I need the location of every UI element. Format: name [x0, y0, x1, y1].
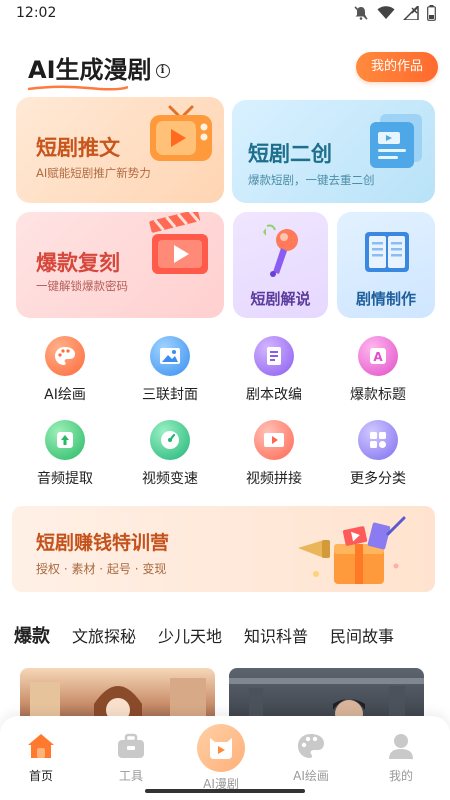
clapperboard-icon [149, 212, 208, 274]
training-camp-banner[interactable]: 短剧赚钱特训营 授权 · 素材 · 起号 · 变现 [12, 506, 435, 592]
tab-ai-painting[interactable]: AI绘画 [276, 732, 346, 784]
card-subtitle: 爆款短剧，一键去重二创 [248, 173, 375, 187]
category-tab-hot[interactable]: 爆款 [14, 622, 50, 648]
status-icons [353, 5, 436, 21]
bottom-tab-bar: 首页 工具 AI漫剧 AI绘画 我的 [0, 716, 450, 800]
tab-ai-comic[interactable]: AI漫剧 [186, 724, 256, 792]
home-indicator [145, 789, 305, 793]
tool-triple-cover[interactable]: 三联封面 [125, 336, 215, 404]
open-book-icon [365, 232, 409, 272]
tv-play-icon [150, 105, 212, 161]
script-icon [254, 336, 294, 376]
wifi-icon [377, 6, 395, 19]
info-icon[interactable]: i [155, 63, 170, 78]
category-tab-folk-tales[interactable]: 民间故事 [330, 623, 394, 647]
document-stack-icon [370, 114, 422, 168]
tool-video-splice[interactable]: 视频拼接 [229, 420, 319, 488]
card-title: 短剧推文 [36, 136, 120, 160]
brand: AI生成漫剧 i [28, 50, 170, 91]
tab-profile[interactable]: 我的 [366, 732, 436, 784]
image-icon [150, 336, 190, 376]
card-subtitle: AI赋能短剧推广新势力 [36, 166, 151, 180]
card-plot-production[interactable]: 剧情制作 [337, 212, 435, 318]
tool-more-categories[interactable]: 更多分类 [333, 420, 423, 488]
tool-label: 音频提取 [37, 471, 93, 487]
ai-comic-icon [197, 724, 245, 772]
tool-video-speed[interactable]: 视频变速 [125, 420, 215, 488]
tool-label: 更多分类 [350, 471, 406, 487]
tool-label: 视频拼接 [246, 471, 302, 487]
banner-subtitle: 授权 · 素材 · 起号 · 变现 [36, 562, 167, 576]
microphone-icon [263, 224, 298, 277]
tool-audio-extract[interactable]: 音频提取 [20, 420, 110, 488]
tool-label: 爆款标题 [350, 387, 406, 403]
category-tab-science[interactable]: 知识科普 [244, 623, 308, 647]
home-icon [28, 734, 54, 758]
card-title: 短剧解说 [250, 290, 311, 308]
category-tab-kids[interactable]: 少儿天地 [158, 623, 222, 647]
tool-hit-title[interactable]: A 爆款标题 [333, 336, 423, 404]
speed-icon [150, 420, 190, 460]
brand-underline-decoration [28, 84, 128, 91]
gift-box-illustration [298, 516, 406, 584]
status-time: 12:02 [16, 5, 57, 21]
page-title: AI生成漫剧 [28, 55, 152, 84]
tab-label: AI绘画 [293, 769, 329, 783]
palette-icon [298, 734, 324, 758]
title-icon: A [358, 336, 398, 376]
status-bar: 12:02 [0, 0, 450, 26]
category-tab-travel[interactable]: 文旅探秘 [72, 623, 136, 647]
grid-icon [358, 420, 398, 460]
card-short-drama-commentary[interactable]: 短剧解说 [233, 212, 328, 318]
banner-title: 短剧赚钱特训营 [36, 532, 170, 554]
card-short-drama-remix[interactable]: 短剧二创 爆款短剧，一键去重二创 [232, 100, 435, 203]
tool-label: 剧本改编 [246, 387, 302, 403]
category-label: 爆款 [14, 626, 50, 647]
tab-label: 首页 [28, 769, 53, 783]
card-hit-replicate[interactable]: 爆款复刻 一键解锁爆款密码 [16, 212, 224, 318]
app-header: AI生成漫剧 i 我的作品 [0, 44, 450, 91]
category-tabs: 爆款 文旅探秘 少儿天地 知识科普 民间故事 [0, 620, 450, 650]
tab-label: 我的 [388, 769, 413, 783]
card-title: 剧情制作 [355, 290, 416, 308]
tool-label: 视频变速 [142, 471, 198, 487]
signal-icon [403, 6, 419, 20]
tool-label: AI绘画 [44, 387, 86, 403]
tool-ai-painting[interactable]: AI绘画 [20, 336, 110, 404]
tab-home[interactable]: 首页 [6, 732, 76, 784]
tab-tools[interactable]: 工具 [96, 732, 166, 784]
toolbox-icon [118, 733, 144, 758]
splice-icon [254, 420, 294, 460]
card-title: 爆款复刻 [36, 251, 120, 275]
profile-icon [389, 734, 413, 759]
svg-text:A: A [373, 350, 383, 364]
my-works-button[interactable]: 我的作品 [356, 52, 438, 82]
audio-icon [45, 420, 85, 460]
card-subtitle: 一键解锁爆款密码 [36, 279, 128, 293]
tool-script-adapt[interactable]: 剧本改编 [229, 336, 319, 404]
card-title: 短剧二创 [248, 142, 332, 166]
tool-label: 三联封面 [142, 387, 198, 403]
battery-icon [427, 5, 436, 21]
tab-label: 工具 [118, 769, 143, 783]
palette-icon [45, 336, 85, 376]
mute-icon [354, 6, 368, 20]
card-short-drama-promo[interactable]: 短剧推文 AI赋能短剧推广新势力 [16, 97, 224, 203]
